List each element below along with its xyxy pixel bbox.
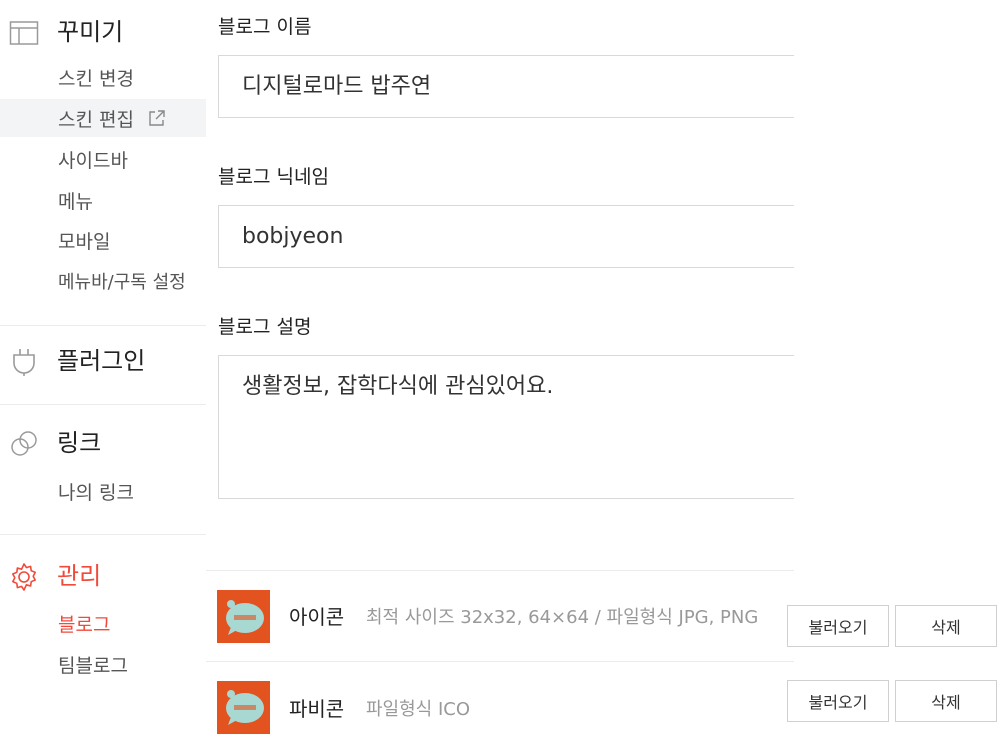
favicon-thumbnail xyxy=(217,681,270,734)
icon-delete-button[interactable]: 삭제 xyxy=(895,605,997,647)
layout-icon xyxy=(9,18,39,48)
sidebar-item-menubar-subscribe[interactable]: 메뉴바/구독 설정 xyxy=(0,262,206,300)
blog-description-label: 블로그 설명 xyxy=(218,316,312,338)
icon-row-description: 최적 사이즈 32x32, 64×64 / 파일형식 JPG, PNG xyxy=(366,607,759,628)
blog-name-label: 블로그 이름 xyxy=(218,16,312,38)
sidebar-item-menu[interactable]: 메뉴 xyxy=(0,181,206,219)
sidebar-item-sidebar[interactable]: 사이드바 xyxy=(0,140,206,178)
favicon-row-title: 파비콘 xyxy=(289,697,345,721)
divider xyxy=(206,661,794,662)
sidebar-section-manage[interactable]: 관리 xyxy=(0,558,206,598)
blog-nickname-label: 블로그 닉네임 xyxy=(218,166,329,188)
icon-row-title: 아이콘 xyxy=(289,605,345,629)
sidebar-section-title: 관리 xyxy=(57,562,102,590)
sidebar-section-title: 링크 xyxy=(57,429,102,457)
divider xyxy=(0,404,206,405)
sidebar-section-plugin[interactable]: 플러그인 xyxy=(0,343,206,383)
divider xyxy=(0,325,206,326)
external-link-icon xyxy=(147,109,166,132)
favicon-delete-button[interactable]: 삭제 xyxy=(895,680,997,722)
plug-icon xyxy=(9,347,39,377)
divider xyxy=(206,570,794,571)
gear-icon xyxy=(9,562,39,592)
link-icon xyxy=(9,429,39,459)
blog-description-textarea[interactable]: 생활정보, 잡학다식에 관심있어요. xyxy=(218,355,794,499)
sidebar-item-my-link[interactable]: 나의 링크 xyxy=(0,472,206,510)
favicon-load-button[interactable]: 불러오기 xyxy=(787,680,889,722)
sidebar-section-title: 꾸미기 xyxy=(57,18,124,46)
sidebar-item-team-blog[interactable]: 팀블로그 xyxy=(0,645,206,683)
blog-nickname-input[interactable]: bobjyeon xyxy=(218,205,794,268)
sidebar-item-skin-change[interactable]: 스킨 변경 xyxy=(0,58,206,96)
sidebar-section-link[interactable]: 링크 xyxy=(0,425,206,465)
favicon-row-description: 파일형식 ICO xyxy=(366,699,471,720)
divider xyxy=(0,534,206,535)
sidebar-item-skin-edit[interactable]: 스킨 편집 xyxy=(0,99,206,137)
icon-load-button[interactable]: 불러오기 xyxy=(787,605,889,647)
blog-name-input[interactable]: 디지털로마드 밥주연 xyxy=(218,55,794,118)
sidebar-item-blog[interactable]: 블로그 xyxy=(0,604,206,642)
sidebar-section-decorate[interactable]: 꾸미기 xyxy=(0,14,206,54)
sidebar-section-title: 플러그인 xyxy=(57,347,146,375)
sidebar-item-mobile[interactable]: 모바일 xyxy=(0,221,206,259)
sidebar: 꾸미기 스킨 변경 스킨 편집 사이드바 메뉴 모바일 메뉴바/구독 설정 플러… xyxy=(0,0,206,746)
blog-icon-thumbnail xyxy=(217,590,270,643)
